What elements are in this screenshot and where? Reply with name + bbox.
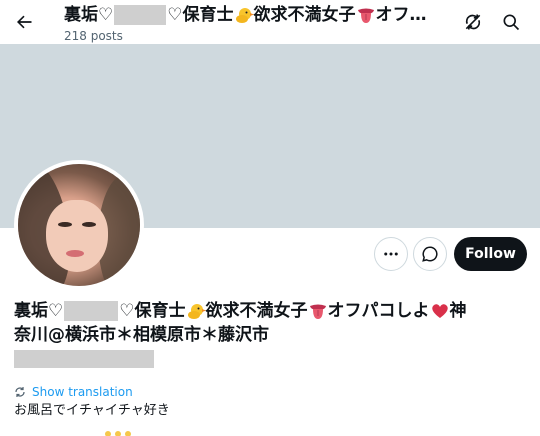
tongue-emoji: [357, 8, 374, 23]
search-button[interactable]: [497, 8, 525, 36]
sparkle-emoji-row: [105, 431, 131, 436]
back-button[interactable]: [8, 6, 40, 38]
follow-button[interactable]: Follow: [454, 237, 527, 271]
header-title-part-3: 欲求不満女子: [253, 5, 356, 25]
sync-button[interactable]: [459, 8, 487, 36]
tongue-emoji: [309, 304, 326, 319]
display-name-line-1: 裏垢♡ ♡保育士 欲求不満女子 オフパコしよ 神: [14, 299, 514, 323]
header-title: 裏垢♡ ♡保育士 欲求不満女子 オフ…: [64, 3, 464, 27]
avatar-photo: [18, 164, 140, 286]
name-part-4: オフパコしよ: [327, 301, 430, 321]
message-icon: [422, 246, 438, 262]
search-icon: [503, 14, 520, 31]
posts-count: 218 posts: [64, 29, 123, 43]
redacted-name-box: [64, 301, 119, 321]
header-title-block: 裏垢♡ ♡保育士 欲求不満女子 オフ… 218 posts: [64, 3, 464, 43]
more-icon: [384, 252, 398, 256]
name-part-2: ♡保育士: [119, 301, 186, 321]
back-arrow-icon: [17, 15, 32, 29]
show-translation-label: Show translation: [32, 385, 133, 399]
heart-exclamation-emoji: [431, 304, 448, 318]
show-translation-link[interactable]: Show translation: [14, 384, 133, 400]
display-name: 裏垢♡ ♡保育士 欲求不満女子 オフパコしよ 神 奈川@横浜市＊相模原市＊藤沢市: [14, 299, 514, 347]
message-button[interactable]: [413, 237, 447, 271]
profile-bio: お風呂でイチャイチャ好き: [14, 403, 170, 418]
chick-emoji: [235, 8, 254, 23]
more-button[interactable]: [374, 237, 408, 271]
chick-emoji: [187, 304, 206, 319]
display-name-line-2: 奈川@横浜市＊相模原市＊藤沢市: [14, 325, 269, 345]
name-part-1: 裏垢♡: [14, 301, 64, 321]
header-title-part-4: オフ…: [375, 5, 427, 25]
top-bar: 裏垢♡ ♡保育士 欲求不満女子 オフ… 218 posts: [0, 0, 540, 44]
header-title-part-2: ♡保育士: [167, 5, 234, 25]
redacted-name-box: [114, 5, 167, 25]
translate-icon: [15, 387, 25, 397]
name-part-5: 神: [449, 301, 467, 321]
avatar[interactable]: [14, 160, 144, 290]
header-title-part-1: 裏垢♡: [64, 5, 114, 25]
name-part-3: 欲求不満女子: [205, 301, 308, 321]
sync-off-icon: [465, 14, 481, 30]
redacted-handle: [14, 350, 154, 368]
